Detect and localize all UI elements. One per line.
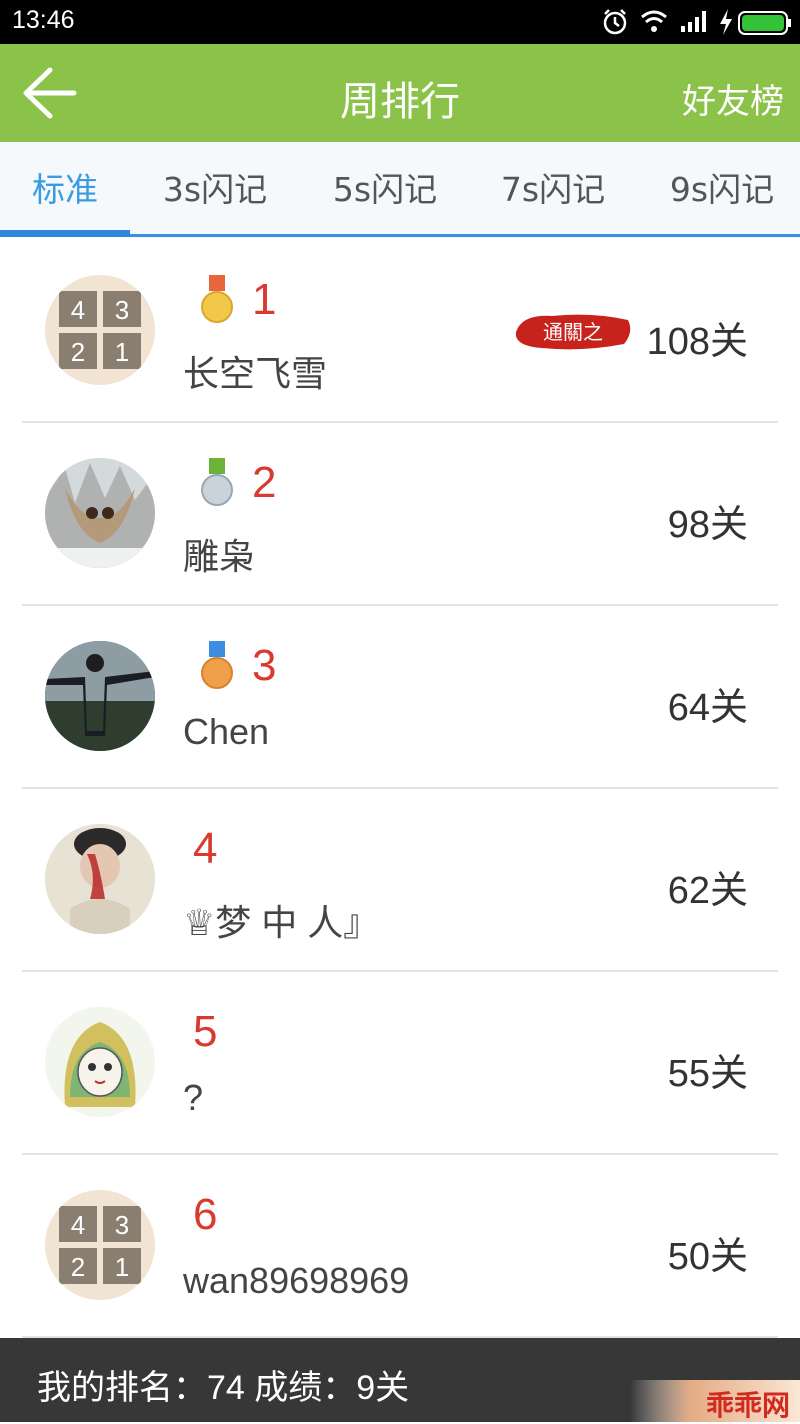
player-name: ♕梦 中 人』 [183,902,380,943]
player-name: 雕枭 [183,536,256,577]
wifi-icon [641,10,667,32]
my-rank-text: 我的排名：74 成绩：9关 [37,1369,410,1407]
puzzle-avatar-icon: 4 3 2 1 [59,291,141,369]
ranking-row[interactable]: 2 雕枭 98关 [0,423,800,606]
svg-text:2: 2 [71,1252,85,1282]
silver-medal-icon [201,458,233,506]
puzzle-avatar-icon: 4 3 2 1 [59,1206,141,1284]
svg-text:4: 4 [71,1210,85,1240]
ranking-row[interactable]: 4 3 2 1 1 长空飞雪 通關之 108关 [0,240,800,423]
page-title: 周排行 [340,79,460,125]
watermark-text: 乖乖网 [705,1389,790,1422]
svg-text:2: 2 [71,337,85,367]
player-score: 50关 [667,1236,748,1278]
gold-medal-icon [201,275,233,323]
rank-number: 2 [252,458,277,507]
tab-active-indicator [0,230,130,237]
player-score: 98关 [667,504,748,546]
cat-drawing-icon [45,1007,155,1117]
person-photo-icon [45,641,155,751]
avatar[interactable] [45,1007,155,1117]
svg-text:3: 3 [115,1210,129,1240]
signal-icon [681,11,706,32]
tab-9s[interactable]: 9s闪记 [647,142,797,238]
ranking-row[interactable]: 3 Chen 64关 [0,606,800,789]
rank-number: 3 [252,641,277,690]
player-score: 62关 [667,870,748,912]
status-time: 13:46 [12,6,75,34]
avatar[interactable] [45,824,155,934]
tab-3s[interactable]: 3s闪记 [140,142,290,238]
rank-number: 6 [193,1190,218,1239]
bronze-medal-icon [201,641,233,689]
svg-text:1: 1 [115,337,129,367]
app-bar: 周排行 好友榜 [0,44,800,142]
player-name: 长空飞雪 [183,353,328,394]
cleared-stamp-badge: 通關之 [515,314,631,350]
avatar[interactable]: 4 3 2 1 [45,1190,155,1300]
alarm-icon [603,9,627,35]
friends-ranking-button[interactable]: 好友榜 [682,74,784,123]
avatar[interactable] [45,458,155,568]
svg-text:4: 4 [71,295,85,325]
tab-bar: 标准 3s闪记 5s闪记 7s闪记 9s闪记 [0,142,800,238]
avatar[interactable]: 4 3 2 1 [45,275,155,385]
svg-text:通關之: 通關之 [543,320,603,344]
status-bar: 13:46 [0,0,800,44]
charging-icon [720,9,732,35]
player-name: wan89698969 [183,1260,410,1301]
tab-standard[interactable]: 标准 [0,142,130,238]
player-score: 108关 [646,321,748,363]
rank-number: 4 [193,824,218,873]
ranking-row[interactable]: 4 3 2 1 6 wan89698969 50关 [0,1155,800,1338]
player-score: 64关 [667,687,748,729]
player-name: Chen [183,711,270,752]
battery-icon [738,11,791,35]
portrait-photo-icon [45,824,155,934]
ranking-row[interactable]: 5 ? 55关 [0,972,800,1155]
svg-text:3: 3 [115,295,129,325]
tab-5s[interactable]: 5s闪记 [310,142,460,238]
tab-7s[interactable]: 7s闪记 [478,142,628,238]
rank-number: 5 [193,1007,218,1056]
player-name: ? [183,1077,204,1118]
avatar[interactable] [45,641,155,751]
watermark: 乖乖网 [630,1380,800,1422]
player-score: 55关 [667,1053,748,1095]
ranking-row[interactable]: 4 ♕梦 中 人』 62关 [0,789,800,972]
owl-photo-icon [45,458,155,568]
svg-text:1: 1 [115,1252,129,1282]
rank-number: 1 [252,275,277,324]
